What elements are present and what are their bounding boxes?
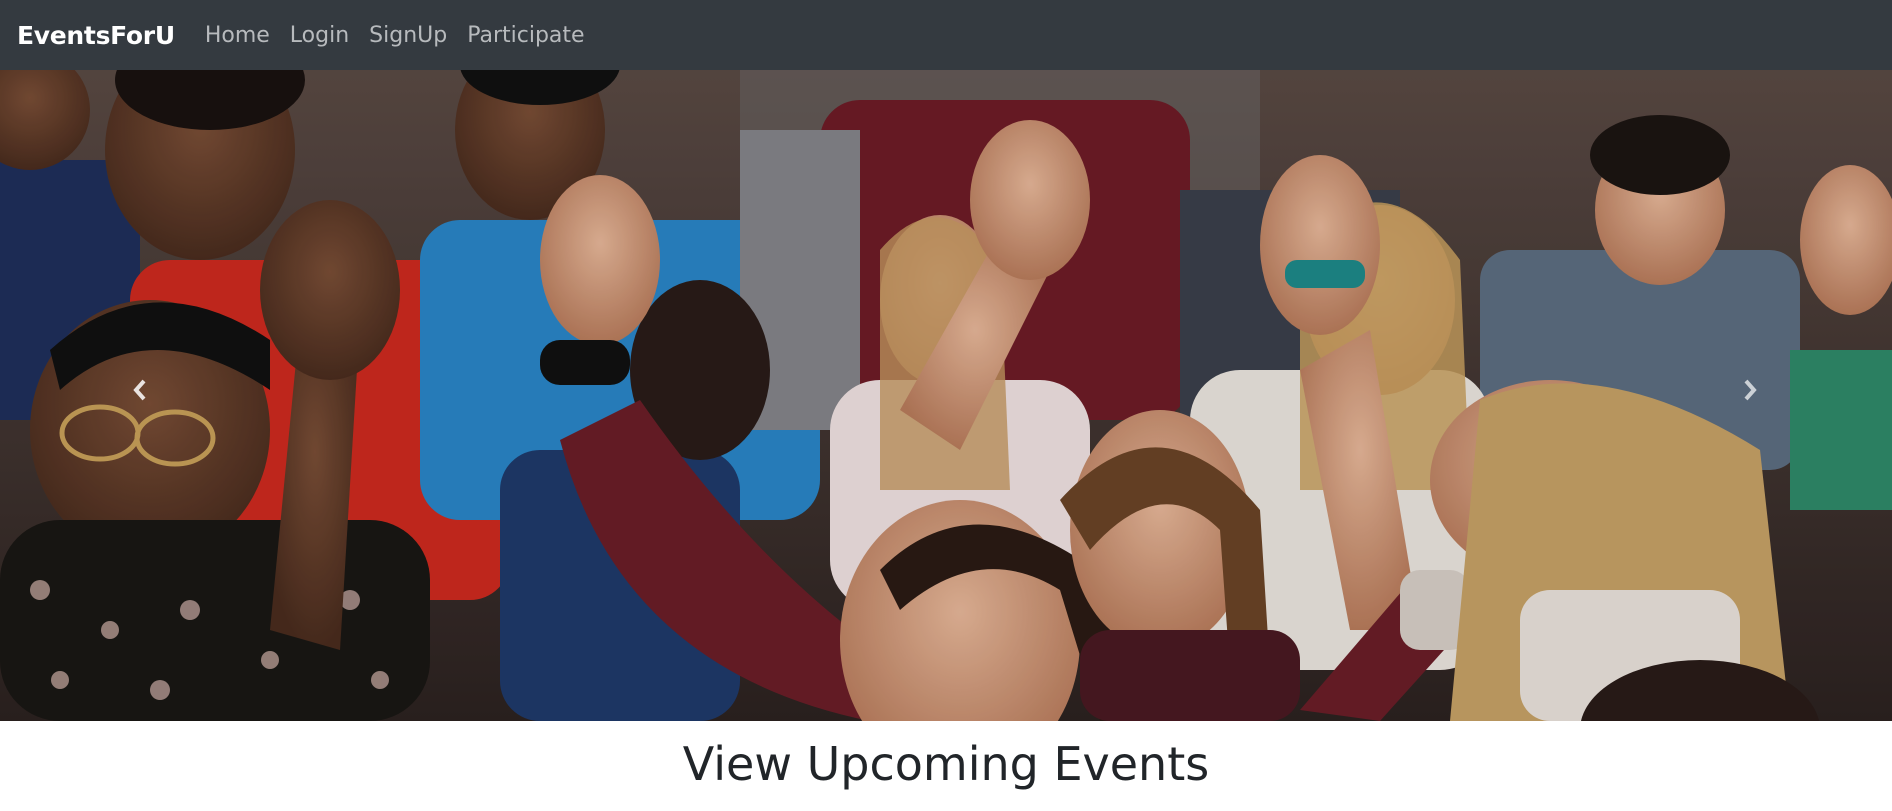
nav-link-home[interactable]: Home	[205, 23, 270, 48]
brand-logo-link[interactable]: EventsForU	[17, 21, 175, 50]
hero-crowd-photo	[0, 70, 1892, 721]
carousel-prev-button[interactable]	[120, 370, 160, 410]
chevron-left-icon	[133, 379, 146, 401]
hero-carousel	[0, 70, 1892, 721]
chevron-right-icon	[1744, 379, 1757, 401]
nav-link-participate[interactable]: Participate	[467, 23, 584, 48]
nav-link-signup[interactable]: SignUp	[369, 23, 447, 48]
top-navbar: EventsForU Home Login SignUp Participate	[0, 0, 1892, 70]
nav-link-login[interactable]: Login	[290, 23, 349, 48]
upcoming-events-heading: View Upcoming Events	[682, 737, 1210, 791]
carousel-next-button[interactable]	[1730, 370, 1770, 410]
